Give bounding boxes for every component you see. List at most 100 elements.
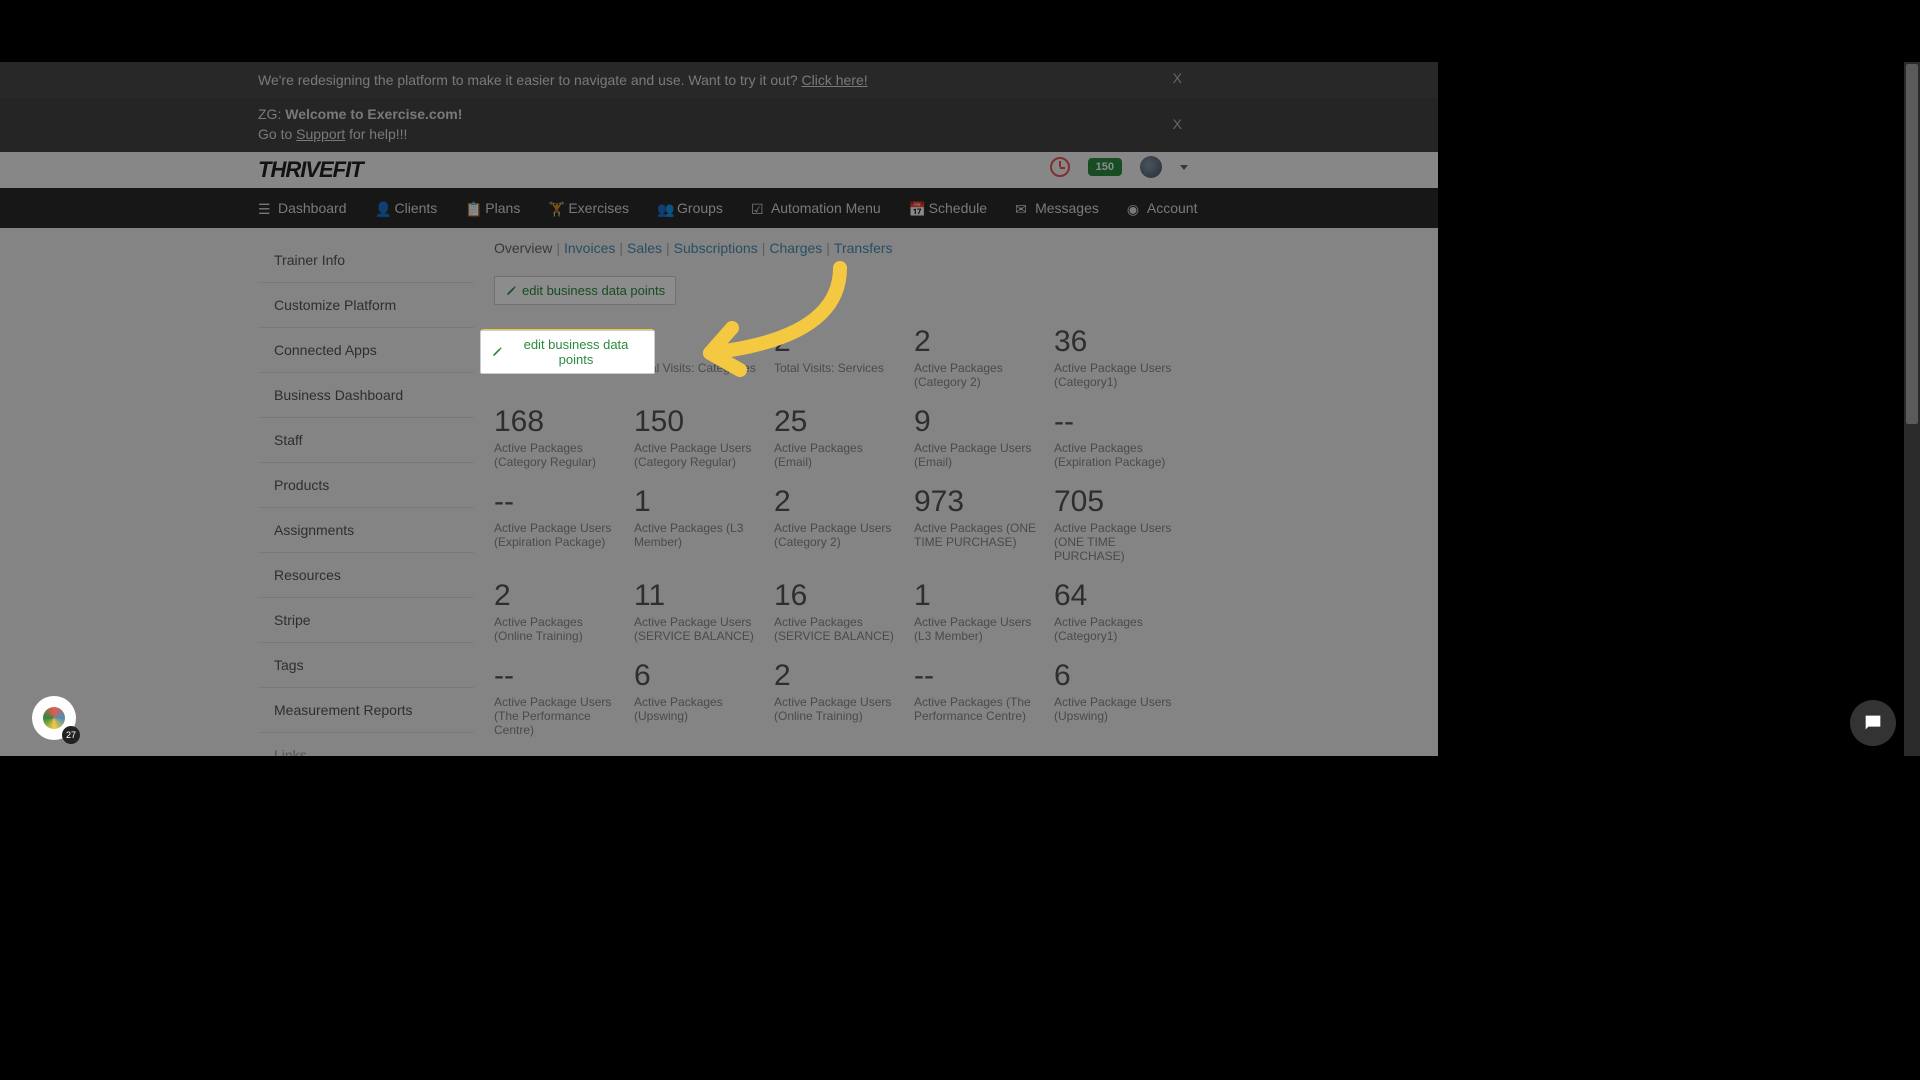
welcome-prefix: ZG: <box>258 106 285 122</box>
nav-automation[interactable]: ☑ Automation Menu <box>751 200 881 216</box>
nav-schedule[interactable]: 📅Schedule <box>909 200 987 216</box>
sidebar-item[interactable]: Resources <box>258 553 474 598</box>
clock-icon[interactable] <box>1050 157 1070 177</box>
metric-label: Active Package Users (SERVICE BALANCE) <box>634 615 764 643</box>
metric-value: 1 <box>634 487 774 517</box>
sidebar-item[interactable]: Assignments <box>258 508 474 553</box>
sidebar-item[interactable]: Customize Platform <box>258 283 474 328</box>
metric-card: 1Active Packages (L3 Member) <box>634 487 774 563</box>
notification-badge[interactable]: 150 <box>1088 158 1122 176</box>
separator: | <box>666 240 670 256</box>
metric-label: Active Packages (Upswing) <box>634 695 764 723</box>
nav-label: Dashboard <box>278 200 347 216</box>
chevron-down-icon[interactable] <box>1180 165 1188 170</box>
metric-card: 2 Active Package Users (Online Training) <box>774 661 914 737</box>
sub-tab[interactable]: Transfers <box>834 240 893 256</box>
nav-plans[interactable]: 📋Plans <box>465 200 520 216</box>
metric-card: --Active Package Users (Expiration Packa… <box>494 487 634 563</box>
avatar[interactable] <box>1140 156 1162 178</box>
metric-value: 2 <box>774 487 914 517</box>
sidebar-item[interactable]: Connected Apps <box>258 328 474 373</box>
nav-messages[interactable]: ✉Messages <box>1015 200 1099 216</box>
metric-card: 2 Active Packages (Category 2) <box>914 327 1054 389</box>
chat-icon <box>1862 712 1884 734</box>
metric-label: Active Packages (Category 2) <box>914 361 1044 389</box>
metric-value: -- <box>1054 407 1194 437</box>
nav-account[interactable]: ◉Account <box>1127 200 1198 216</box>
metric-value: 1 <box>914 581 1054 611</box>
sidebar-item[interactable]: Business Dashboard <box>258 373 474 418</box>
nav-label: Clients <box>395 200 438 216</box>
metric-value: 973 <box>914 487 1054 517</box>
nav-label: Groups <box>677 200 723 216</box>
nav-clients[interactable]: 👤Clients <box>375 200 438 216</box>
logo[interactable]: THRIVEFIT <box>258 157 363 183</box>
metric-card: 2Active Packages (Online Training) <box>494 581 634 643</box>
help-widget[interactable]: 27 <box>32 696 76 740</box>
metric-card: 1Active Package Users (L3 Member) <box>914 581 1054 643</box>
metric-value: 2 <box>914 327 1054 357</box>
redesign-text: We're redesigning the platform to make i… <box>258 72 802 88</box>
metric-value: 2 <box>774 661 914 691</box>
sidebar-item[interactable]: Products <box>258 463 474 508</box>
widget-icon <box>43 707 65 729</box>
metric-card: 150 Active Package Users (Category Regula… <box>634 407 774 469</box>
nav-groups[interactable]: 👥 Groups <box>657 200 723 216</box>
metric-card: 168Active Packages (Category Regular) <box>494 407 634 469</box>
metric-card: 36Active Package Users (Category1) <box>1054 327 1194 389</box>
sidebar-item[interactable]: Stripe <box>258 598 474 643</box>
metric-value: 9 <box>914 407 1054 437</box>
close-icon[interactable]: X <box>1173 116 1182 132</box>
sidebar-item[interactable]: Measurement Reports <box>258 688 474 733</box>
nav-label: Automation Menu <box>771 200 881 216</box>
metric-label: Active Package Users (ONE TIME PURCHASE) <box>1054 521 1184 563</box>
sub-tab[interactable]: Charges <box>769 240 822 256</box>
redesign-link[interactable]: Click here! <box>802 72 868 88</box>
metric-value: 705 <box>1054 487 1194 517</box>
close-icon[interactable]: X <box>1173 70 1182 86</box>
metric-label: Active Packages (The Performance Centre) <box>914 695 1044 723</box>
metric-value: -- <box>914 661 1054 691</box>
nav-dashboard[interactable]: ☰Dashboard <box>258 200 347 216</box>
metric-label: Active Package Users (Email) <box>914 441 1044 469</box>
support-link[interactable]: Support <box>296 126 345 142</box>
scrollbar[interactable] <box>1904 62 1920 756</box>
sub-tab[interactable]: Overview <box>494 240 552 256</box>
metric-value: 2 <box>634 327 774 357</box>
separator: | <box>826 240 830 256</box>
scrollbar-thumb[interactable] <box>1906 64 1918 424</box>
metric-card: 2Active Package Users (Category 2) <box>774 487 914 563</box>
mail-icon: ✉ <box>1015 201 1029 215</box>
metric-value: 150 <box>634 407 774 437</box>
users-icon: 👥 <box>657 201 671 215</box>
edit-business-data-button[interactable]: edit business data points <box>494 276 676 305</box>
main-nav: ☰Dashboard 👤Clients 📋Plans 🏋Exercises 👥 G… <box>0 188 1438 228</box>
metric-label: Active Package Users (Category Regular) <box>634 441 764 469</box>
nav-exercises[interactable]: 🏋Exercises <box>548 200 629 216</box>
sidebar-item[interactable]: Staff <box>258 418 474 463</box>
pencil-icon <box>491 346 502 357</box>
sub-tab[interactable]: Sales <box>627 240 662 256</box>
sub-tab[interactable]: Subscriptions <box>674 240 758 256</box>
separator: | <box>619 240 623 256</box>
sidebar-item[interactable]: Trainer Info <box>258 238 474 283</box>
metric-card: 11Active Package Users (SERVICE BALANCE) <box>634 581 774 643</box>
metric-value: 2 <box>774 327 914 357</box>
metric-card: 64Active Packages (Category1) <box>1054 581 1194 643</box>
sidebar-item[interactable]: Tags <box>258 643 474 688</box>
metric-value: 6 <box>1054 661 1194 691</box>
sub-tab[interactable]: Invoices <box>564 240 615 256</box>
metric-card: 705 Active Package Users (ONE TIME PURCHA… <box>1054 487 1194 563</box>
metric-label: Active Packages (Expiration Package) <box>1054 441 1184 469</box>
metric-value: 16 <box>774 581 914 611</box>
metric-label: Active Package Users (Online Training) <box>774 695 904 723</box>
metric-label: Total Visits: Services <box>774 361 904 375</box>
metric-value: 25 <box>774 407 914 437</box>
separator: | <box>556 240 560 256</box>
metric-label: Active Packages (Online Training) <box>494 615 624 643</box>
check-icon: ☑ <box>751 201 765 215</box>
edit-business-data-button-highlighted[interactable]: edit business data points <box>480 330 655 374</box>
chat-widget[interactable] <box>1850 700 1896 746</box>
metric-label: Active Package Users (Category1) <box>1054 361 1184 389</box>
metric-card: 16Active Packages (SERVICE BALANCE) <box>774 581 914 643</box>
